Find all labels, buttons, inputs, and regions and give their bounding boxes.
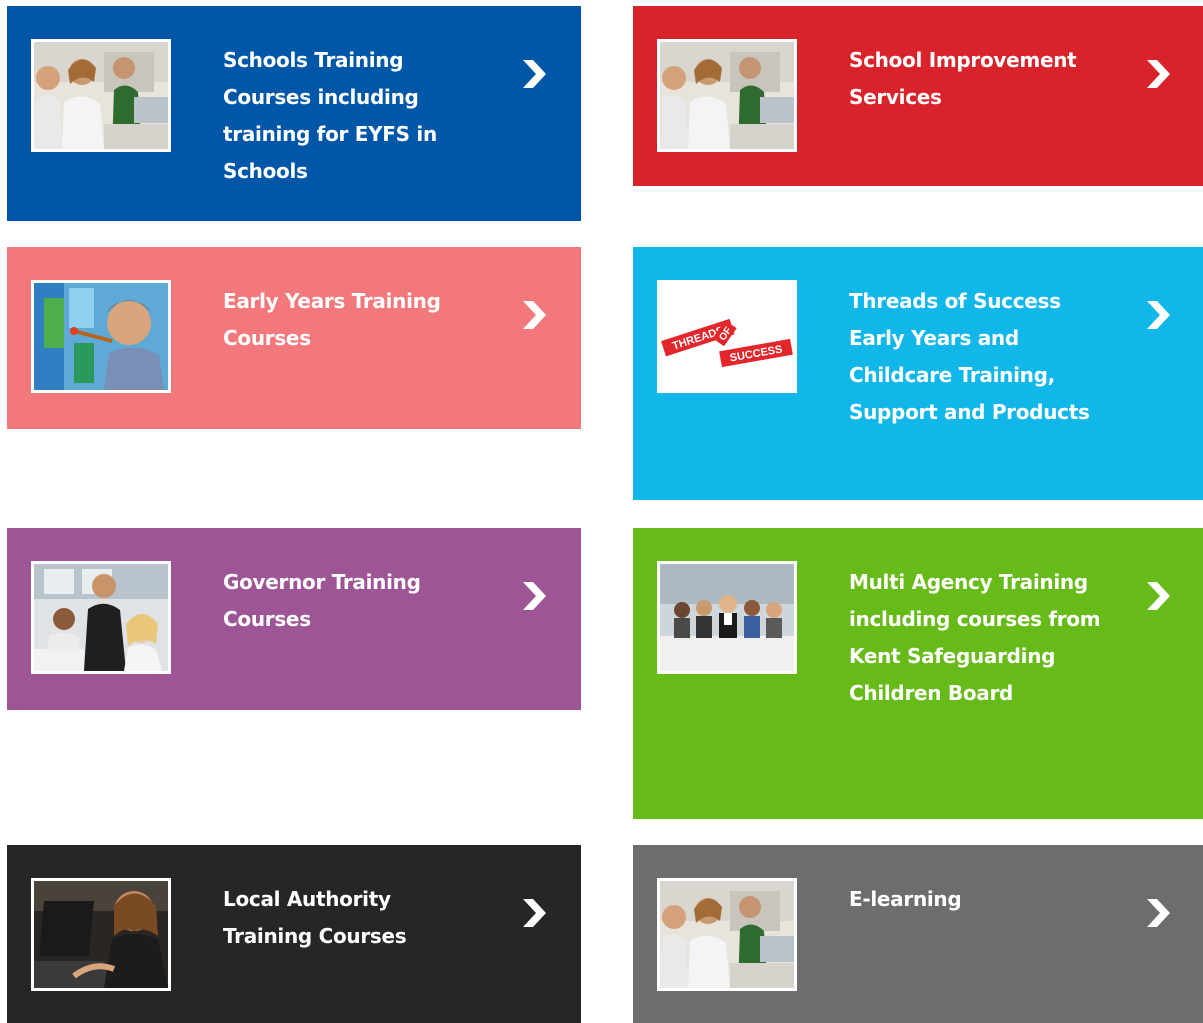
tile-label: Threads of Success Early Years and Child… — [849, 289, 1090, 424]
tile-label: School Improvement Services — [849, 48, 1077, 109]
woman-laptop-photo — [31, 878, 171, 991]
chevron-right-icon — [1143, 56, 1173, 92]
chevron-right-icon — [519, 56, 549, 92]
tile-label: Early Years Training Courses — [223, 289, 441, 350]
chevron-right-icon — [519, 297, 549, 333]
classroom-photo — [31, 39, 171, 152]
tile-label: Schools Training Courses including train… — [223, 48, 437, 183]
chevron-right-icon — [519, 895, 549, 931]
classroom-photo — [657, 39, 797, 152]
chevron-right-icon — [1143, 895, 1173, 931]
tile-local-authority-training[interactable]: Local Authority Training Courses — [7, 845, 581, 1023]
threads-of-success-logo: THREADS OF SUCCESS — [657, 280, 797, 393]
tile-label: Local Authority Training Courses — [223, 887, 407, 948]
tile-governor-training[interactable]: Governor Training Courses — [7, 528, 581, 710]
tile-label: E-learning — [849, 887, 962, 911]
chevron-right-icon — [519, 578, 549, 614]
tile-schools-training[interactable]: Schools Training Courses including train… — [7, 6, 581, 221]
chevron-right-icon — [1143, 578, 1173, 614]
tile-label: Governor Training Courses — [223, 570, 421, 631]
governors-meeting-photo — [31, 561, 171, 674]
classroom-photo — [657, 878, 797, 991]
chevron-right-icon — [1143, 297, 1173, 333]
child-painting-photo — [31, 280, 171, 393]
tile-e-learning[interactable]: E-learning — [633, 845, 1203, 1023]
group-meeting-photo — [657, 561, 797, 674]
tile-label: Multi Agency Training including courses … — [849, 570, 1101, 705]
tile-early-years-training[interactable]: Early Years Training Courses — [7, 247, 581, 429]
tile-threads-of-success[interactable]: THREADS OF SUCCESS Threads of Success Ea… — [633, 247, 1203, 500]
tile-school-improvement[interactable]: School Improvement Services — [633, 6, 1203, 186]
tile-multi-agency-training[interactable]: Multi Agency Training including courses … — [633, 528, 1203, 819]
